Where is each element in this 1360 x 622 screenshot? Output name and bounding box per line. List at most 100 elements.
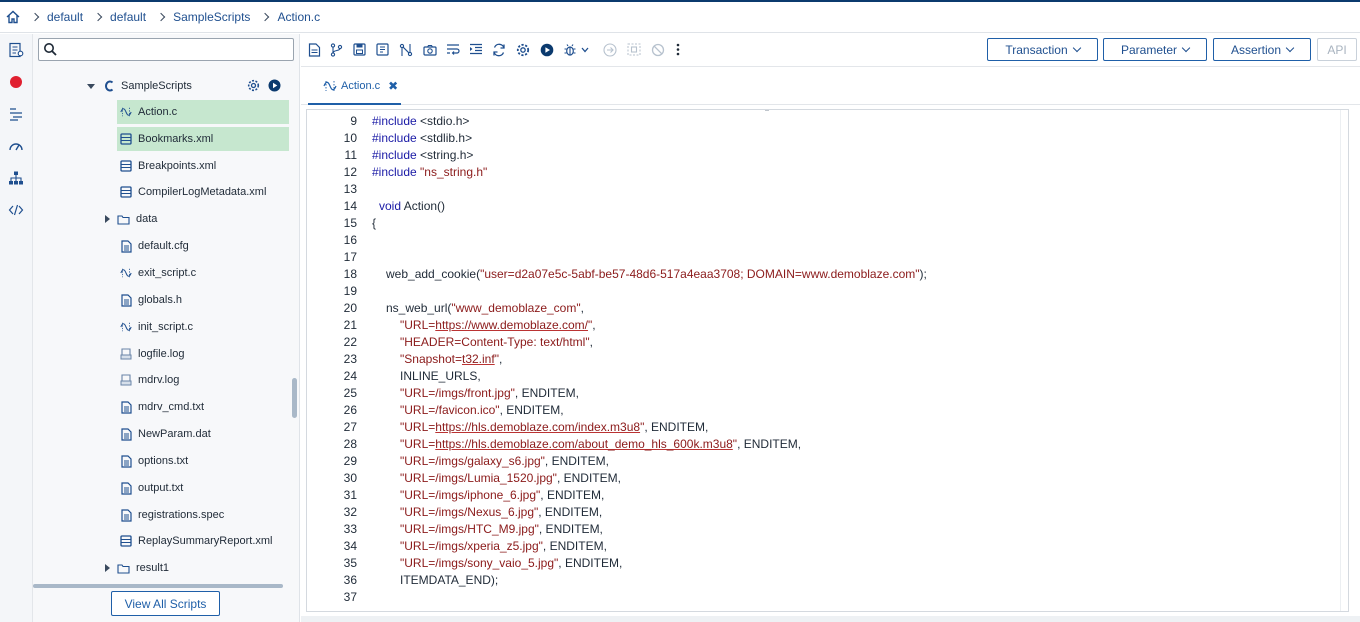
code-string: "URL= xyxy=(400,318,436,332)
transaction-dropdown-button[interactable]: Transaction xyxy=(987,38,1098,61)
branch-icon[interactable] xyxy=(329,42,344,57)
gear-icon[interactable] xyxy=(515,42,530,57)
search-icon xyxy=(43,42,58,57)
tree-item-breakpoints-xml[interactable]: Breakpoints.xml xyxy=(120,154,216,178)
parameter-dropdown-button[interactable]: Parameter xyxy=(1103,38,1207,61)
tree-item-label: Breakpoints.xml xyxy=(138,160,217,172)
line-number: 24 xyxy=(343,369,357,383)
view-all-scripts-button[interactable]: View All Scripts xyxy=(111,591,220,616)
indent-icon[interactable] xyxy=(468,42,483,57)
tree-item-output-txt[interactable]: output.txt xyxy=(120,476,183,500)
code-text: <string.h> xyxy=(416,148,474,162)
tree-item-logfile-log[interactable]: logfile.log xyxy=(120,342,184,366)
home-icon[interactable] xyxy=(6,10,20,24)
code-text: , ENDITEM, xyxy=(737,437,802,451)
close-icon[interactable]: ✖ xyxy=(388,79,398,93)
line-number: 12 xyxy=(343,165,357,179)
c-project-icon xyxy=(104,79,114,93)
tree-item-default-cfg[interactable]: default.cfg xyxy=(120,234,189,258)
vertical-scrollbar[interactable] xyxy=(292,378,297,418)
code-keyword: #include xyxy=(372,114,417,128)
tree-item-replaysummaryreport-xml[interactable]: ReplaySummaryReport.xml xyxy=(120,529,272,553)
document-icon[interactable] xyxy=(307,42,322,57)
xml-file-icon xyxy=(120,534,132,548)
save-as-icon[interactable] xyxy=(375,42,390,57)
breadcrumb-item-current[interactable]: Action.c xyxy=(277,10,320,24)
more-options-icon[interactable] xyxy=(674,42,682,57)
tree-item-globals-h[interactable]: globals.h xyxy=(120,288,182,312)
save-icon[interactable] xyxy=(352,42,367,57)
tree-item-mdrv-cmd-txt[interactable]: mdrv_cmd.txt xyxy=(120,395,204,419)
tree-item-label: result1 xyxy=(136,562,170,574)
breadcrumb-item[interactable]: SampleScripts xyxy=(173,10,250,24)
caret-right-icon[interactable] xyxy=(105,564,110,572)
tree-item-label: options.txt xyxy=(138,455,189,467)
c-file-icon xyxy=(120,105,132,119)
tree-item-init-script-c[interactable]: init_script.c xyxy=(120,315,193,339)
line-number: 33 xyxy=(343,522,357,536)
debug-bug-icon[interactable] xyxy=(562,42,577,57)
folder-icon xyxy=(117,561,130,575)
file-icon xyxy=(120,508,132,522)
breadcrumb-item[interactable]: default xyxy=(110,10,146,24)
editor-tabs: Action.c ✖ xyxy=(301,68,1360,105)
log-file-icon xyxy=(120,373,132,387)
breadcrumb: default default SampleScripts Action.c xyxy=(0,2,1360,33)
horizontal-scrollbar[interactable] xyxy=(33,584,283,588)
settings-gear-icon[interactable] xyxy=(247,79,260,95)
code-text: { xyxy=(372,216,377,230)
line-number: 13 xyxy=(343,182,357,196)
tree-item-bookmarks-xml[interactable]: Bookmarks.xml xyxy=(117,127,289,151)
merge-icon[interactable] xyxy=(398,42,413,57)
code-text: INLINE_URLS, xyxy=(400,369,481,383)
code-string: "URL=/favicon.ico" xyxy=(400,403,500,417)
tab-action-c[interactable]: Action.c ✖ xyxy=(308,68,401,105)
caret-down-icon[interactable] xyxy=(87,83,95,89)
record-icon[interactable] xyxy=(8,74,24,90)
xml-file-icon xyxy=(120,159,132,173)
steps-icon[interactable] xyxy=(8,106,24,122)
editor-vertical-scrollbar[interactable] xyxy=(1340,110,1348,611)
line-number: 26 xyxy=(343,403,357,417)
tab-label: Action.c xyxy=(341,79,381,92)
tree-item-newparam-dat[interactable]: NewParam.dat xyxy=(120,422,211,446)
tree-item-exit-script-c[interactable]: exit_script.c xyxy=(120,261,196,285)
code-string: "URL=/imgs/iphone_6.jpg" xyxy=(400,488,541,502)
tree-root-sample-scripts[interactable]: SampleScripts xyxy=(87,74,291,98)
wrap-text-icon[interactable] xyxy=(445,42,460,57)
play-circle-icon[interactable] xyxy=(268,79,281,95)
search-box[interactable] xyxy=(38,38,294,61)
file-icon xyxy=(120,400,132,414)
scripts-icon[interactable] xyxy=(8,42,24,58)
code-text: , xyxy=(592,318,596,332)
dashboard-icon[interactable] xyxy=(8,138,24,154)
chevron-down-icon xyxy=(1072,43,1081,53)
tree-item-registrations-spec[interactable]: registrations.spec xyxy=(120,503,224,527)
assertion-dropdown-button[interactable]: Assertion xyxy=(1213,38,1311,61)
tree-item-compilerlogmetadata-xml[interactable]: CompilerLogMetadata.xml xyxy=(120,180,266,204)
hierarchy-icon[interactable] xyxy=(8,170,24,186)
breadcrumb-item[interactable]: default xyxy=(47,10,83,24)
tree-item-label: logfile.log xyxy=(138,348,185,360)
chevron-down-icon[interactable] xyxy=(580,42,590,57)
tree-item-options-txt[interactable]: options.txt xyxy=(120,449,188,473)
play-circle-icon[interactable] xyxy=(539,42,554,57)
code-text: , ENDITEM, xyxy=(514,386,579,400)
code-text: ITEMDATA_END); xyxy=(400,573,499,587)
line-number: 31 xyxy=(343,488,357,502)
code-string: "URL=/imgs/Lumia_1520.jpg" xyxy=(400,471,557,485)
tree-item-result1-folder[interactable]: result1 xyxy=(105,556,169,580)
code-string: "www_demoblaze_com" xyxy=(451,301,581,315)
parameter-label: Parameter xyxy=(1120,42,1178,57)
code-editor[interactable]: 9 #include <stdio.h> 10 #include <stdlib.h… xyxy=(306,109,1349,612)
snapshot-camera-icon[interactable] xyxy=(422,42,437,57)
code-icon[interactable] xyxy=(8,202,24,218)
tree-item-mdrv-log[interactable]: mdrv.log xyxy=(120,368,179,392)
refresh-icon[interactable] xyxy=(491,42,506,57)
tree-item-action-c[interactable]: Action.c xyxy=(117,100,289,124)
caret-right-icon[interactable] xyxy=(105,215,110,223)
code-text: , xyxy=(580,301,584,315)
tree-item-data-folder[interactable]: data xyxy=(105,207,157,231)
code-url: https://hls.demoblaze.com/about_demo_hls… xyxy=(435,437,733,451)
assertion-label: Assertion xyxy=(1230,42,1282,57)
